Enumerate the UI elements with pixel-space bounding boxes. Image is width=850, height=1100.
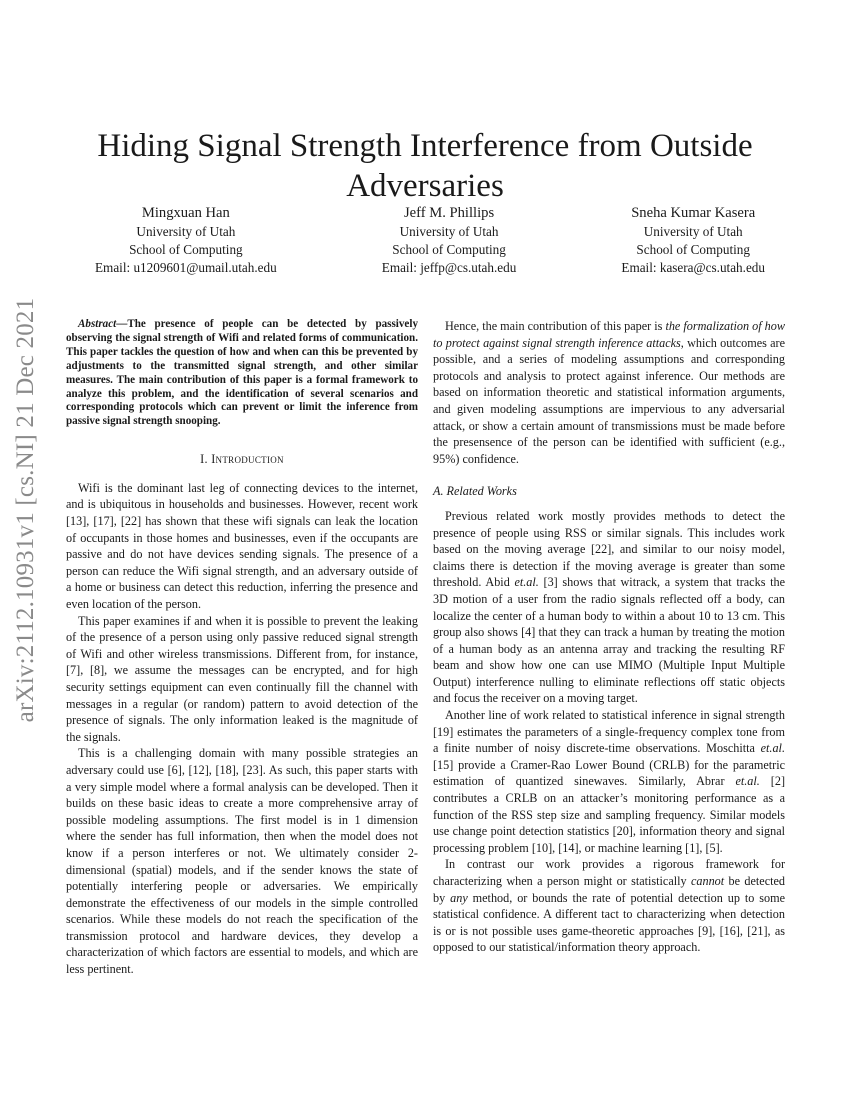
emphasis: cannot [690, 874, 725, 888]
arxiv-stamp-text: arXiv:2112.10931v1 [cs.NI] 21 Dec 2021 [12, 297, 39, 723]
author-email: Email: kasera@cs.utah.edu [621, 260, 765, 275]
text-run: Another line of work related to statisti… [433, 708, 785, 756]
author-affiliation: University of Utah [136, 224, 236, 239]
intro-paragraph: Wifi is the dominant last leg of connect… [66, 480, 418, 611]
left-column: Abstract—The presence of people can be d… [66, 318, 418, 978]
author-dept: School of Computing [129, 242, 243, 257]
author-dept: School of Computing [636, 242, 750, 257]
author: Jeff M. Phillips University of Utah Scho… [382, 203, 517, 277]
author-affiliation: University of Utah [399, 224, 499, 239]
related-paragraph: Another line of work related to statisti… [433, 707, 785, 856]
text-run: , which outcomes are possible, and a ser… [433, 335, 785, 466]
author-affiliation: University of Utah [643, 224, 743, 239]
text-run: Hence, the main contribution of this pap… [445, 319, 666, 333]
abstract-lead: Abstract [78, 318, 117, 330]
emphasis: et.al. [760, 741, 785, 756]
paper-title: Hiding Signal Strength Interference from… [97, 128, 753, 205]
contribution-paragraph: Hence, the main contribution of this pap… [433, 318, 785, 467]
author-block: Mingxuan Han University of Utah School o… [95, 203, 765, 277]
section-heading-introduction: I. Introduction [66, 451, 418, 468]
abstract-text: —The presence of people can be detected … [66, 318, 418, 428]
subsection-heading-related-works: A. Related Works [433, 484, 517, 499]
author: Mingxuan Han University of Utah School o… [95, 203, 277, 277]
author-email: Email: u1209601@umail.utah.edu [95, 260, 277, 275]
abstract: Abstract—The presence of people can be d… [66, 318, 418, 429]
emphasis: any [450, 890, 468, 905]
author-email: Email: jeffp@cs.utah.edu [381, 260, 517, 275]
author-dept: School of Computing [392, 242, 506, 257]
author-name: Mingxuan Han [141, 205, 230, 221]
author-name: Jeff M. Phillips [403, 205, 495, 221]
section-number: I. [200, 452, 208, 467]
emphasis: et.al. [735, 774, 760, 789]
author-name: Sneha Kumar Kasera [631, 205, 756, 221]
related-paragraph: In contrast our work provides a rigorous… [433, 856, 785, 956]
intro-paragraph: This is a challenging domain with many p… [66, 746, 418, 977]
intro-paragraph: This paper examines if and when it is po… [66, 613, 418, 744]
text-run: [15] provide a Cramer-Rao Lower Bound (C… [433, 757, 785, 789]
emphasis: et.al. [514, 575, 539, 590]
author: Sneha Kumar Kasera University of Utah Sc… [621, 203, 765, 277]
related-paragraph: Previous related work mostly provides me… [433, 508, 785, 707]
text-run: [3] shows that witrack, a system that tr… [433, 575, 785, 706]
arxiv-stamp: arXiv:2112.10931v1 [cs.NI] 21 Dec 2021 [6, 297, 46, 723]
text-run: method, or bounds the rate of potential … [433, 890, 785, 955]
section-title: Introduction [211, 452, 284, 467]
right-column: Hence, the main contribution of this pap… [433, 318, 785, 956]
